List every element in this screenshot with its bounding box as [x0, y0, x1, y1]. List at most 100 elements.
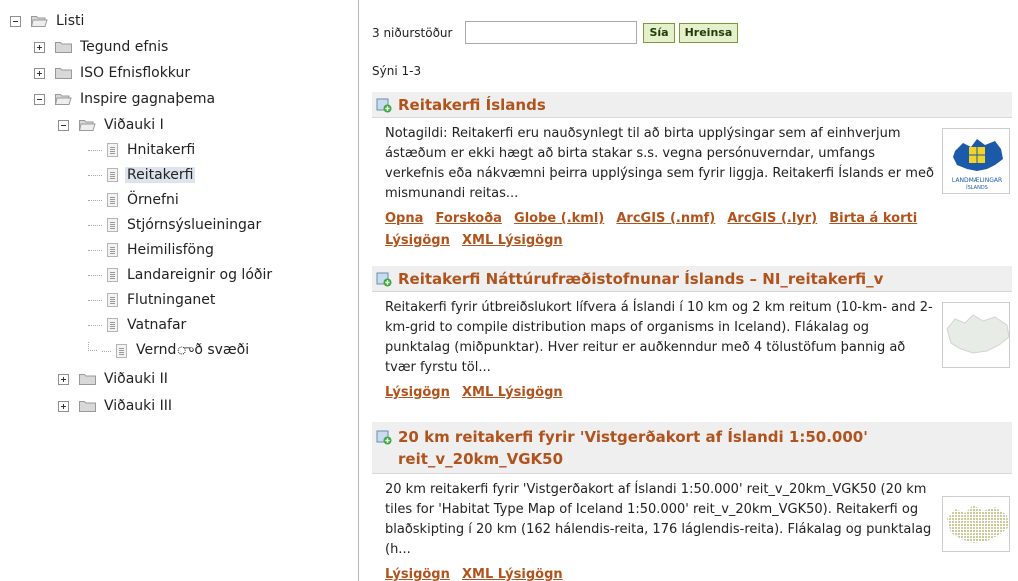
record-thumbnail[interactable]: LANDMÆLINGAR ÍSLANDS — [942, 128, 1010, 194]
result-record: 20 km reitakerfi fyrir 'Vistgerðakort af… — [372, 422, 1012, 581]
tree-node-vidauki-2[interactable]: Viðauki II — [58, 368, 170, 390]
map-layer-icon — [376, 430, 392, 445]
document-icon — [107, 143, 118, 157]
grid-map-thumbnail — [947, 505, 1009, 543]
link-arcgis-nmf[interactable]: ArcGIS (.nmf) — [616, 211, 715, 226]
tree-label[interactable]: Vatnafar — [125, 317, 188, 333]
document-icon — [107, 193, 118, 207]
tree-label[interactable]: Flutninganet — [125, 292, 217, 308]
tree-leaf-reitakerfi[interactable]: Reitakerfi — [88, 164, 196, 186]
result-count: 3 niðurstöður — [372, 25, 453, 40]
tree-node-vidauki-1[interactable]: Viðauki I — [58, 114, 166, 136]
folder-icon — [55, 67, 72, 79]
map-layer-icon — [376, 98, 392, 112]
link-opna[interactable]: Opna — [385, 211, 423, 226]
collapse-icon[interactable] — [10, 15, 21, 27]
tree-leaf-verndud-svaedi[interactable]: Verndுð svæði — [88, 340, 251, 362]
expand-icon[interactable] — [34, 41, 45, 53]
link-xml-lysigogn[interactable]: XML Lýsigögn — [462, 233, 563, 248]
filter-input[interactable] — [465, 21, 638, 44]
tree-panel: Listi Tegund efnis ISO Efnisflokkur Insp… — [0, 0, 359, 581]
tree-label[interactable]: ISO Efnisflokkur — [78, 65, 192, 81]
tree-leaf-ornefni[interactable]: Örnefni — [88, 189, 181, 211]
folder-icon — [55, 41, 72, 53]
filter-button[interactable]: Sía — [643, 22, 675, 43]
tree-label[interactable]: Landareignir og lóðir — [125, 267, 274, 283]
tree-leaf-flutninganet[interactable]: Flutninganet — [88, 289, 217, 311]
tree-label[interactable]: Viðauki II — [102, 371, 170, 387]
document-icon — [107, 318, 118, 332]
link-forskoda[interactable]: Forskoða — [436, 211, 502, 226]
tree-label-selected[interactable]: Reitakerfi — [125, 167, 196, 183]
tree-node-listi[interactable]: Listi — [10, 10, 86, 32]
record-links: Lýsigögn XML Lýsigögn — [372, 560, 992, 581]
logo-caption: LANDMÆLINGAR — [952, 177, 1002, 184]
folder-icon — [79, 400, 96, 412]
tree-label[interactable]: Tegund efnis — [78, 39, 170, 55]
record-thumbnail[interactable] — [942, 496, 1010, 552]
record-thumbnail[interactable] — [942, 302, 1010, 368]
tree-label[interactable]: Viðauki I — [102, 117, 166, 133]
expand-icon[interactable] — [58, 373, 69, 385]
tree-label[interactable]: Stjórnsýslueiningar — [125, 217, 263, 233]
folder-open-icon — [31, 15, 48, 27]
showing-range: Sýni 1-3 — [372, 64, 422, 78]
folder-icon — [79, 373, 96, 385]
record-description: Notagildi: Reitakerfi eru nauðsynlegt ti… — [385, 126, 934, 201]
tree-label[interactable]: Hnitakerfi — [125, 142, 197, 158]
link-lysigogn[interactable]: Lýsigögn — [385, 567, 450, 581]
expand-icon[interactable] — [34, 67, 45, 79]
record-header: Reitakerfi Íslands — [372, 92, 1012, 118]
folder-open-icon — [79, 119, 96, 131]
link-globe-kml[interactable]: Globe (.kml) — [514, 211, 604, 226]
record-title-link[interactable]: 20 km reitakerfi fyrir 'Vistgerðakort af… — [398, 426, 998, 470]
document-icon — [107, 168, 118, 182]
map-layer-icon — [376, 272, 392, 286]
tree-label[interactable]: Viðauki III — [102, 398, 174, 414]
link-lysigogn[interactable]: Lýsigögn — [385, 385, 450, 400]
link-arcgis-lyr[interactable]: ArcGIS (.lyr) — [727, 211, 817, 226]
results-panel: 3 niðurstöður Sía Hreinsa Sýni 1-3 Reita… — [360, 0, 1018, 581]
record-title-link[interactable]: Reitakerfi Náttúrufræðistofnunar Íslands… — [398, 268, 883, 290]
collapse-icon[interactable] — [58, 119, 69, 131]
link-lysigogn[interactable]: Lýsigögn — [385, 233, 450, 248]
document-icon — [116, 344, 127, 358]
logo-caption: ÍSLANDS — [966, 184, 988, 191]
tree-leaf-heimilisfong[interactable]: Heimilisföng — [88, 239, 216, 261]
clear-button[interactable]: Hreinsa — [678, 22, 739, 43]
folder-open-icon — [55, 93, 72, 105]
record-title-link[interactable]: Reitakerfi Íslands — [398, 94, 546, 116]
record-header: 20 km reitakerfi fyrir 'Vistgerðakort af… — [372, 422, 1012, 474]
tree-label[interactable]: Heimilisföng — [125, 242, 216, 258]
record-header: Reitakerfi Náttúrufræðistofnunar Íslands… — [372, 266, 1012, 292]
search-bar: 3 niðurstöður Sía Hreinsa — [372, 21, 742, 44]
tree-leaf-stjornsysla[interactable]: Stjórnsýslueiningar — [88, 214, 263, 236]
result-record: Reitakerfi Náttúrufræðistofnunar Íslands… — [372, 266, 1012, 404]
tree-node-inspire[interactable]: Inspire gagnaþema — [34, 88, 217, 110]
iceland-map-thumbnail — [946, 314, 1009, 354]
result-record: Reitakerfi Íslands Notagildi: Reitakerfi… — [372, 92, 1012, 252]
tree-node-vidauki-3[interactable]: Viðauki III — [58, 395, 174, 417]
document-icon — [107, 293, 118, 307]
tree-label[interactable]: Listi — [54, 13, 86, 29]
document-icon — [107, 243, 118, 257]
collapse-icon[interactable] — [34, 93, 45, 105]
record-description: Reitakerfi fyrir útbreiðslukort lífvera … — [385, 300, 933, 375]
tree-node-tegund-efnis[interactable]: Tegund efnis — [34, 36, 170, 58]
tree-leaf-vatnafar[interactable]: Vatnafar — [88, 314, 188, 336]
tree-label[interactable]: Inspire gagnaþema — [78, 91, 217, 107]
record-description: 20 km reitakerfi fyrir 'Vistgerðakort af… — [385, 482, 932, 557]
record-links: Opna Forskoða Globe (.kml) ArcGIS (.nmf)… — [372, 204, 992, 252]
landmaelingar-logo: LANDMÆLINGAR ÍSLANDS — [952, 139, 1003, 191]
tree-label[interactable]: Verndுð svæði — [134, 342, 251, 360]
document-icon — [107, 218, 118, 232]
tree-leaf-hnitakerfi[interactable]: Hnitakerfi — [88, 139, 197, 161]
tree-leaf-landareignir[interactable]: Landareignir og lóðir — [88, 264, 274, 286]
expand-icon[interactable] — [58, 400, 69, 412]
tree-node-iso-efnisflokkur[interactable]: ISO Efnisflokkur — [34, 62, 192, 84]
tree-label[interactable]: Örnefni — [125, 192, 181, 208]
link-xml-lysigogn[interactable]: XML Lýsigögn — [462, 567, 563, 581]
link-xml-lysigogn[interactable]: XML Lýsigögn — [462, 385, 563, 400]
record-links: Lýsigögn XML Lýsigögn — [372, 378, 992, 404]
link-birta-a-korti[interactable]: Birta á korti — [829, 211, 917, 226]
